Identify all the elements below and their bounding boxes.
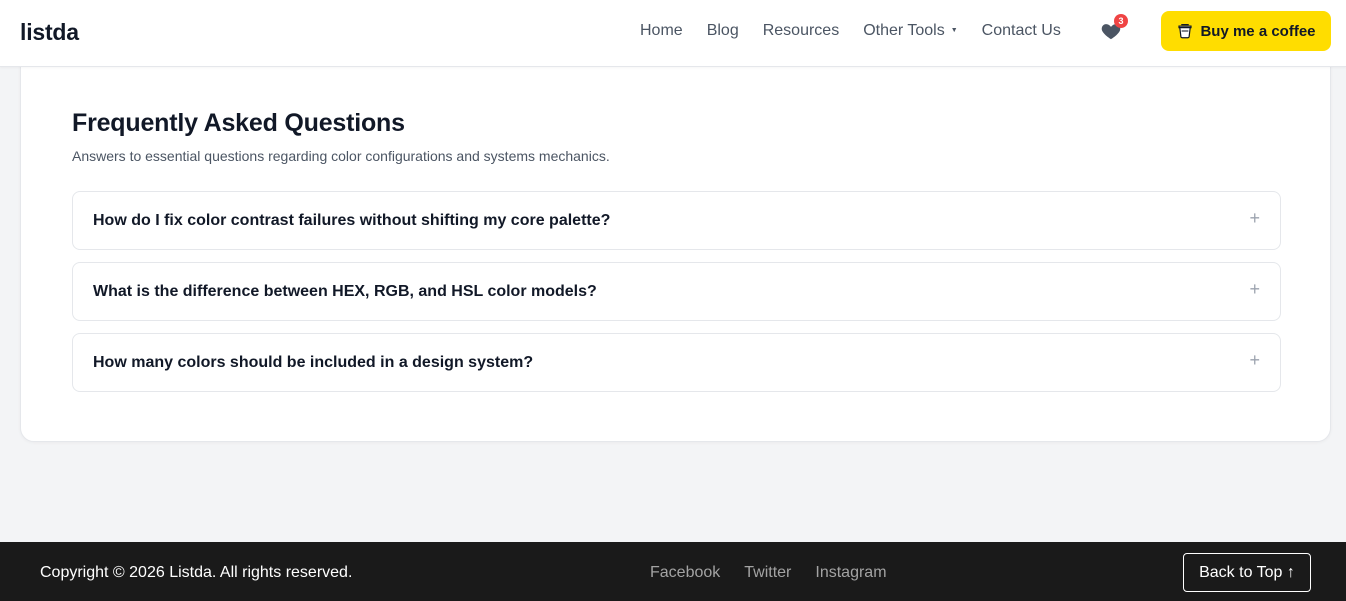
plus-icon[interactable]: + <box>1249 279 1260 300</box>
nav-resources[interactable]: Resources <box>763 22 839 40</box>
twitter-link[interactable]: Twitter <box>744 564 791 582</box>
nav-blog[interactable]: Blog <box>707 22 739 40</box>
nav-contact-us[interactable]: Contact Us <box>982 22 1061 40</box>
faq-item[interactable]: What is the difference between HEX, RGB,… <box>72 262 1281 321</box>
faq-question: What is the difference between HEX, RGB,… <box>93 283 597 300</box>
faq-card: Frequently Asked Questions Answers to es… <box>20 40 1331 442</box>
coffee-cup-icon <box>1178 24 1193 39</box>
buy-me-a-coffee-button[interactable]: Buy me a coffee <box>1161 11 1331 51</box>
faq-question: How many colors should be included in a … <box>93 354 534 371</box>
facebook-link[interactable]: Facebook <box>650 564 720 582</box>
footer: Copyright © 2026 Listda. All rights rese… <box>0 542 1346 601</box>
back-to-top-button[interactable]: Back to Top ↑ <box>1183 553 1311 592</box>
plus-icon[interactable]: + <box>1249 208 1260 229</box>
faq-title: Frequently Asked Questions <box>72 109 405 137</box>
favorites-count-badge: 3 <box>1114 14 1128 28</box>
instagram-link[interactable]: Instagram <box>815 564 886 582</box>
nav-other-tools-label: Other Tools <box>863 22 945 39</box>
faq-subtitle: Answers to essential questions regarding… <box>72 148 610 164</box>
copyright-text: Copyright © 2026 Listda. All rights rese… <box>40 564 353 581</box>
top-navbar: listda Home Blog Resources Other Tools ▼… <box>0 0 1346 67</box>
favorites-button[interactable]: 3 <box>1100 14 1128 44</box>
site-logo[interactable]: listda <box>20 19 79 46</box>
nav-other-tools[interactable]: Other Tools ▼ <box>863 22 957 40</box>
main-nav: Home Blog Resources Other Tools ▼ Contac… <box>640 22 1085 40</box>
social-links: Facebook Twitter Instagram <box>650 564 911 582</box>
faq-question: How do I fix color contrast failures wit… <box>93 212 611 229</box>
plus-icon[interactable]: + <box>1249 350 1260 371</box>
caret-down-icon: ▼ <box>950 26 958 34</box>
faq-item[interactable]: How do I fix color contrast failures wit… <box>72 191 1281 250</box>
faq-item[interactable]: How many colors should be included in a … <box>72 333 1281 392</box>
coffee-button-label: Buy me a coffee <box>1200 22 1316 40</box>
nav-home[interactable]: Home <box>640 22 683 40</box>
